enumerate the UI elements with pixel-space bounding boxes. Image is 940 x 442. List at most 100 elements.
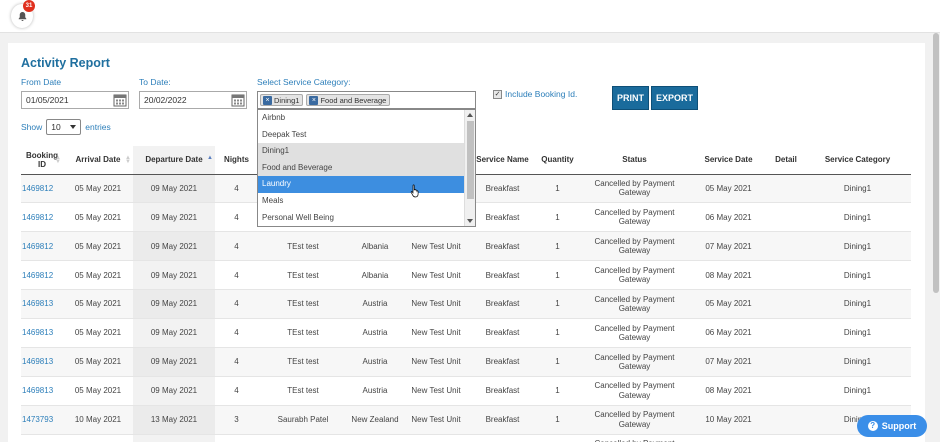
cell-quantity: 1 <box>535 347 580 377</box>
cell-nights: 3 <box>215 405 258 435</box>
cell-booking-id[interactable]: 1473793 <box>21 405 63 435</box>
cell-arrival-date: 05 May 2021 <box>63 231 133 262</box>
page-scrollbar[interactable] <box>932 33 940 442</box>
column-header-booking-id[interactable]: Booking ID ▲ ▼ <box>21 146 63 175</box>
cell-quantity: 1 <box>535 231 580 262</box>
cell-nights: 4 <box>215 174 258 204</box>
dropdown-option[interactable]: Laundry <box>258 176 475 193</box>
cell-country: Austria <box>348 289 402 319</box>
cell-service-category: Dining1 <box>804 260 911 291</box>
cell-arrival-date: 05 May 2021 <box>63 318 133 348</box>
page-scrollbar-thumb[interactable] <box>933 33 939 293</box>
cell-service-name: Breakfast <box>470 260 535 291</box>
scroll-up-icon[interactable] <box>467 113 473 117</box>
column-header-departure-date[interactable]: Departure Date ▲ <box>133 146 215 175</box>
column-header-arrival-date[interactable]: Arrival Date ▲ ▼ <box>63 146 133 175</box>
dropdown-scrollbar-thumb[interactable] <box>467 121 474 199</box>
cell-departure-date: 09 May 2021 <box>133 347 215 377</box>
cell-booking-id[interactable]: 1469812 <box>21 202 63 233</box>
cell-nights: 3 <box>215 434 258 442</box>
service-category-multiselect[interactable]: × Dining1 × Food and Beverage <box>257 91 476 109</box>
cell-service-date: 07 May 2021 <box>689 231 768 262</box>
show-label: Show <box>21 122 43 132</box>
support-button[interactable]: ? Support <box>857 415 927 437</box>
column-header-service-category[interactable]: Service Category <box>804 146 911 175</box>
cell-arrival-date: 10 May 2021 <box>63 405 133 435</box>
notification-bell-button[interactable]: 31 <box>11 0 35 28</box>
dropdown-option[interactable]: Meals <box>258 193 475 210</box>
column-header-label: Quantity <box>541 155 574 165</box>
column-header-service-date[interactable]: Service Date <box>689 146 768 175</box>
hand-cursor-icon <box>410 184 419 198</box>
table-row: 1469813 05 May 2021 09 May 2021 4 TEst test A… <box>21 289 911 319</box>
cell-status: Cancelled by Payment Gateway <box>580 405 689 435</box>
cell-nights: 4 <box>215 318 258 348</box>
cell-booking-id[interactable]: 1469812 <box>21 260 63 291</box>
top-bar: 31 <box>0 0 940 33</box>
cell-booking-id[interactable]: 1469812 <box>21 231 63 262</box>
cell-service-date: 05 May 2021 <box>689 174 768 204</box>
cell-guest: TEst test <box>258 289 348 319</box>
cell-booking-id[interactable]: 1469813 <box>21 318 63 348</box>
calendar-icon[interactable] <box>231 93 245 107</box>
cell-departure-date: 09 May 2021 <box>133 376 215 406</box>
cell-booking-id[interactable]: 1469812 <box>21 174 63 204</box>
cell-booking-id[interactable]: 1469813 <box>21 376 63 406</box>
dropdown-option[interactable]: Personal Well Being <box>258 210 475 227</box>
cell-departure-date: 09 May 2021 <box>133 174 215 204</box>
cell-service-date: 08 May 2021 <box>689 376 768 406</box>
scroll-down-icon[interactable] <box>467 219 473 223</box>
cell-booking-id[interactable]: 1469813 <box>21 347 63 377</box>
service-category-label: Select Service Category: <box>257 77 351 87</box>
checkbox-icon[interactable]: ✓ <box>493 89 502 99</box>
cell-service-category: Dining1 <box>804 318 911 348</box>
column-header-detail[interactable]: Detail <box>768 146 804 175</box>
cell-guest: Saurabh Patel <box>258 405 348 435</box>
remove-tag-icon[interactable]: × <box>309 95 319 105</box>
remove-tag-icon[interactable]: × <box>263 95 272 105</box>
column-header-status[interactable]: Status <box>580 146 689 175</box>
cell-departure-date: 13 May 2021 <box>133 405 215 435</box>
cell-guest: TEst test <box>258 231 348 262</box>
cell-arrival-date: 05 May 2021 <box>63 347 133 377</box>
column-header-nights[interactable]: Nights <box>215 146 258 175</box>
dropdown-option[interactable]: Dining1 <box>258 143 475 160</box>
cell-service-date: 08 May 2021 <box>689 260 768 291</box>
calendar-icon[interactable] <box>113 93 127 107</box>
report-card: Activity Report From Date 01/05/2021 To … <box>8 43 925 442</box>
cell-unit: New Test Unit <box>402 231 470 262</box>
dropdown-scrollbar[interactable] <box>464 110 475 226</box>
page-length-select[interactable]: 10 <box>46 119 82 135</box>
from-date-input[interactable]: 01/05/2021 <box>21 91 129 109</box>
cell-status: Cancelled by Payment Gateway <box>580 347 689 377</box>
cell-status: Cancelled by Payment Gateway <box>580 202 689 233</box>
cell-service-date: 06 May 2021 <box>689 202 768 233</box>
cell-quantity: 1 <box>535 318 580 348</box>
cell-country: Albania <box>348 231 402 262</box>
cell-service-category: Dining1 <box>804 231 911 262</box>
selected-tag: × Dining1 <box>260 94 304 106</box>
cell-unit: New Test Unit <box>402 289 470 319</box>
cell-quantity: 1 <box>535 405 580 435</box>
export-button[interactable]: EXPORT <box>651 86 698 110</box>
print-button[interactable]: PRINT <box>612 86 649 110</box>
dropdown-option[interactable]: Deepak Test <box>258 127 475 144</box>
cell-quantity: 1 <box>535 202 580 233</box>
column-header-quantity[interactable]: Quantity <box>535 146 580 175</box>
sort-ascending-icon: ▲ <box>207 155 213 161</box>
column-header-service-name[interactable]: Service Name <box>470 146 535 175</box>
notification-count-badge: 31 <box>23 0 35 12</box>
cell-booking-id[interactable]: 1473793 <box>21 434 63 442</box>
cell-arrival-date: 05 May 2021 <box>63 376 133 406</box>
cell-unit: New Test Unit <box>402 260 470 291</box>
dropdown-option[interactable]: Food and Beverage <box>258 159 475 177</box>
cell-departure-date: 09 May 2021 <box>133 318 215 348</box>
cell-quantity: 1 <box>535 376 580 406</box>
column-header-label: Nights <box>224 155 249 165</box>
cell-booking-id[interactable]: 1469813 <box>21 289 63 319</box>
to-date-input[interactable]: 20/02/2022 <box>139 91 247 109</box>
include-booking-id-checkbox[interactable]: ✓ Include Booking Id. <box>493 89 577 99</box>
cell-service-date: 11 May 2021 <box>689 434 768 442</box>
service-category-dropdown: Airbnb Deepak Test Dining1 Food and Beve… <box>257 109 476 227</box>
dropdown-option[interactable]: Airbnb <box>258 110 475 127</box>
